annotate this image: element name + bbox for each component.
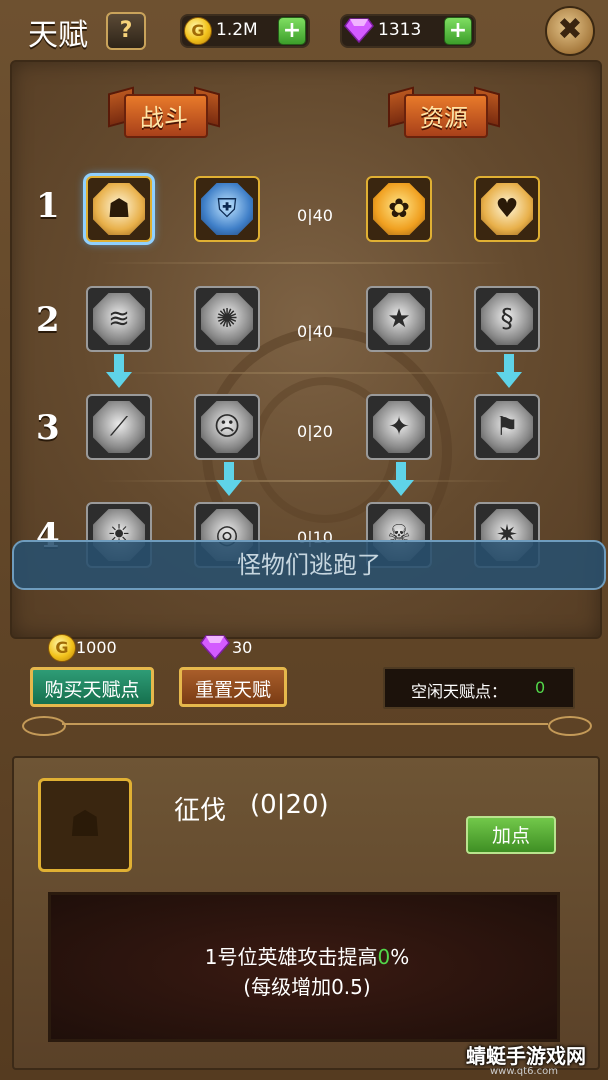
row-count-1: 0|40 xyxy=(297,206,333,225)
help-button[interactable]: ? xyxy=(106,12,146,50)
arrow-down-icon xyxy=(216,462,242,500)
reset-talent-button[interactable]: 重置天赋 xyxy=(179,667,287,707)
talent-conquest[interactable]: ☗ xyxy=(86,176,152,242)
close-button[interactable]: ✖ xyxy=(545,6,595,56)
row-number-3: 3 xyxy=(36,408,60,448)
row-number-2: 2 xyxy=(36,300,60,340)
row-number-1: 1 xyxy=(36,186,60,226)
angry-face-icon: ☹ xyxy=(213,412,241,442)
arrow-down-icon xyxy=(496,354,522,392)
row-divider xyxy=(100,372,510,374)
row-count-2: 0|40 xyxy=(297,322,333,341)
splash-icon: ✦ xyxy=(388,412,410,442)
arrow-down-icon xyxy=(106,354,132,392)
talent-splash[interactable]: ✦ xyxy=(366,394,432,460)
claw-icon: ≋ xyxy=(108,304,130,334)
talent-pet[interactable]: ♥ xyxy=(474,176,540,242)
row-count-3: 0|20 xyxy=(297,422,333,441)
talent-burst[interactable]: ✺ xyxy=(194,286,260,352)
add-point-button[interactable]: 加点 xyxy=(466,816,556,854)
buy-talent-point-button[interactable]: 购买天赋点 xyxy=(30,667,154,707)
tab-combat[interactable]: 战斗 xyxy=(104,86,224,144)
idle-points-label: 空闲天赋点： xyxy=(411,682,508,701)
row-divider xyxy=(100,262,510,264)
talent-name: 征伐 xyxy=(174,796,227,826)
stars-icon: ★ xyxy=(387,304,411,334)
talent-bonus-value: 0 xyxy=(377,945,391,969)
gold-coin-icon: G xyxy=(48,634,76,662)
gem-amount: 1313 xyxy=(378,20,422,40)
paw-coin-icon: ✿ xyxy=(388,194,410,224)
talent-description-line1: 1号位英雄攻击提高0% xyxy=(204,945,410,969)
heart-cat-icon: ♥ xyxy=(495,194,519,224)
toast-message: 怪物们逃跑了 xyxy=(12,540,606,590)
talent-claw[interactable]: ≋ xyxy=(86,286,152,352)
talent-coin-bonus[interactable]: ✿ xyxy=(366,176,432,242)
gem-icon xyxy=(200,635,230,660)
watermark-url: www.qt6.com xyxy=(490,1066,558,1077)
tab-resource[interactable]: 资源 xyxy=(384,86,504,144)
buy-cost: 1000 xyxy=(76,638,117,657)
gem-counter: 1313 + xyxy=(340,14,476,48)
talent-slash[interactable]: ⟋ xyxy=(86,394,152,460)
ornament-divider xyxy=(22,714,592,736)
window-title: 天赋 xyxy=(28,18,88,53)
watermark-text: 蜻蜓手游戏网 xyxy=(466,1044,586,1068)
tab-resource-label: 资源 xyxy=(420,104,468,132)
arrow-down-icon xyxy=(388,462,414,500)
talent-flag[interactable]: ⚑ xyxy=(474,394,540,460)
shadow-warrior-icon: ☗ xyxy=(107,194,131,224)
burst-icon: ✺ xyxy=(216,304,238,334)
talent-stars[interactable]: ★ xyxy=(366,286,432,352)
talent-angry-face[interactable]: ☹ xyxy=(194,394,260,460)
talent-serpent[interactable]: § xyxy=(474,286,540,352)
slash-icon: ⟋ xyxy=(109,412,129,442)
talent-description-box: 1号位英雄攻击提高0% (每级增加0.5) xyxy=(48,892,560,1042)
flag-icon: ⚑ xyxy=(495,412,519,442)
talent-shield[interactable]: ⛨ xyxy=(194,176,260,242)
gold-coin-icon: G xyxy=(184,17,212,45)
talent-description-line2: (每级增加0.5) xyxy=(243,975,371,999)
selected-talent-icon: ☗ xyxy=(38,778,132,872)
talent-window: 天赋 ? G 1.2M + 1313 + ✖ 战斗 资源 1 2 3 4 0|4… xyxy=(0,0,608,1080)
reset-cost: 30 xyxy=(232,638,253,657)
idle-points-value: 0 xyxy=(535,678,546,697)
serpent-icon: § xyxy=(500,304,514,334)
gold-amount: 1.2M xyxy=(216,20,258,40)
shield-icon: ⛨ xyxy=(217,194,237,224)
gem-icon xyxy=(344,18,374,43)
row-divider xyxy=(100,480,510,482)
add-gold-button[interactable]: + xyxy=(278,17,306,45)
gold-counter: G 1.2M + xyxy=(180,14,310,48)
talent-level: (0|20) xyxy=(250,790,329,820)
add-gem-button[interactable]: + xyxy=(444,17,472,45)
shadow-warrior-icon: ☗ xyxy=(68,804,102,845)
idle-points-box: 空闲天赋点： 0 xyxy=(383,667,575,709)
tab-combat-label: 战斗 xyxy=(140,104,188,132)
